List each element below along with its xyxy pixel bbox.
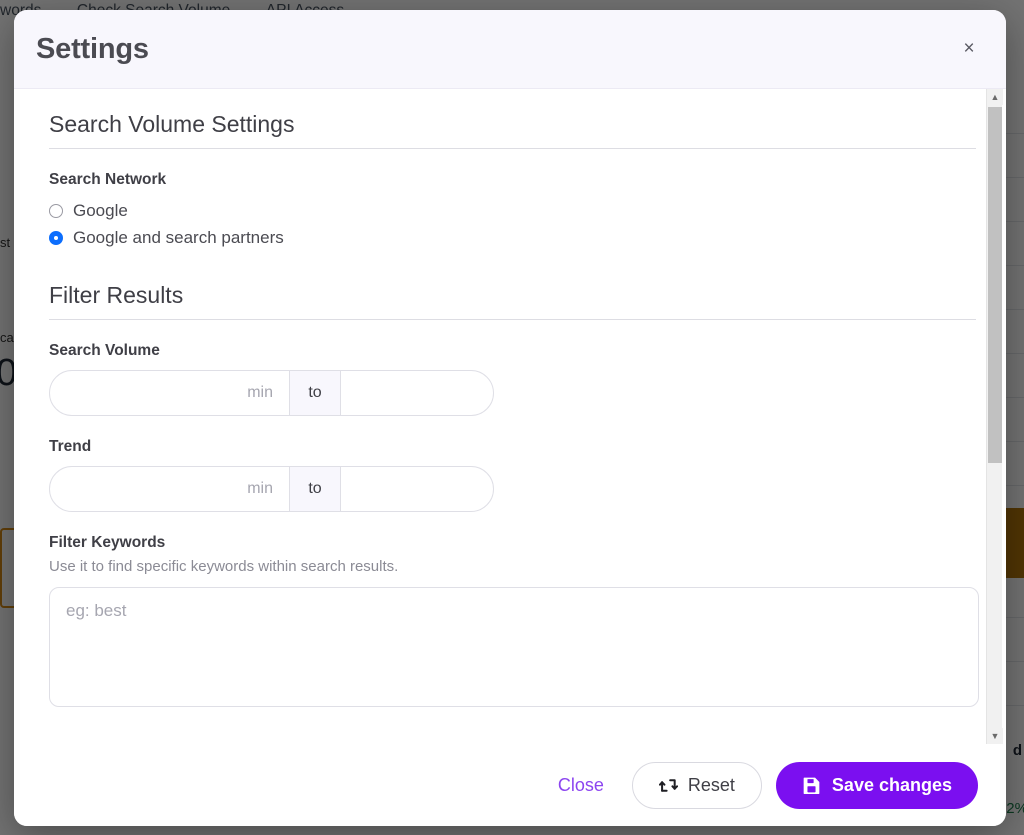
modal-header: Settings × — [14, 10, 1006, 89]
section-heading-search-volume-settings: Search Volume Settings — [49, 111, 976, 149]
search-volume-range-separator: to — [289, 371, 341, 415]
scroll-down-icon[interactable]: ▼ — [987, 728, 1003, 744]
scroll-up-icon[interactable]: ▲ — [987, 89, 1003, 105]
radio-option-google-and-search-partners[interactable]: Google and search partners — [49, 228, 976, 248]
radio-icon-selected[interactable] — [49, 231, 63, 245]
modal-footer: Close Reset Save changes — [14, 744, 1006, 826]
search-network-radio-group: Google Google and search partners — [49, 201, 976, 248]
search-volume-min-input[interactable] — [50, 371, 289, 415]
page-title: Settings — [36, 32, 149, 65]
trend-range-input-group: to — [49, 466, 494, 512]
trend-range-separator: to — [289, 467, 341, 511]
search-network-label: Search Network — [49, 171, 167, 188]
reset-button[interactable]: Reset — [631, 762, 762, 809]
trend-max-input[interactable] — [341, 467, 493, 511]
search-volume-max-input[interactable] — [341, 371, 493, 415]
radio-option-google-label: Google — [73, 201, 128, 220]
search-volume-range-input-group: to — [49, 370, 494, 416]
save-changes-button[interactable]: Save changes — [775, 762, 978, 809]
close-button[interactable]: Close — [544, 767, 618, 804]
filter-keywords-hint: Use it to find specific keywords within … — [49, 558, 399, 575]
radio-option-google-and-search-partners-label: Google and search partners — [73, 228, 284, 247]
trend-min-input[interactable] — [50, 467, 289, 511]
reset-button-label: Reset — [687, 775, 735, 795]
filter-keywords-textarea[interactable] — [49, 587, 979, 707]
modal-body: Search Volume Settings Search Network Go… — [14, 89, 1006, 744]
trend-range-label: Trend — [49, 438, 92, 455]
repeat-arrows-icon — [658, 776, 678, 795]
section-heading-filter-results: Filter Results — [49, 282, 976, 320]
radio-option-google[interactable]: Google — [49, 201, 976, 221]
search-volume-range-label: Search Volume — [49, 342, 160, 359]
radio-icon[interactable] — [49, 204, 63, 218]
scrollbar-thumb[interactable] — [988, 107, 1002, 463]
settings-modal: Settings × Search Volume Settings Search… — [14, 10, 1006, 826]
close-icon[interactable]: × — [956, 36, 982, 62]
save-changes-button-label: Save changes — [831, 775, 952, 795]
modal-body-scrollbar[interactable]: ▲ ▼ — [986, 89, 1003, 744]
floppy-save-icon — [802, 776, 821, 795]
filter-keywords-label: Filter Keywords — [49, 534, 166, 551]
